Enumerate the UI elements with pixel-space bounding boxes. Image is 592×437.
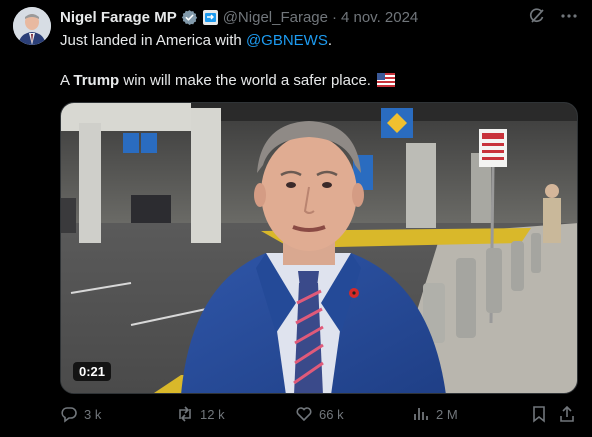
author-handle[interactable]: @Nigel_Farage (223, 9, 328, 26)
repost-button[interactable]: 12 k (176, 405, 225, 423)
repost-icon (176, 405, 194, 423)
tweet-text-line-2: A Trump win will make the world a safer … (60, 71, 575, 93)
video-frame (61, 103, 577, 393)
views-button[interactable]: 2 M (412, 405, 458, 423)
action-bar: 3 k 12 k 66 k 2 M (60, 405, 578, 427)
affiliation-badge-icon[interactable] (202, 9, 219, 26)
like-button[interactable]: 66 k (295, 405, 344, 423)
repost-count: 12 k (200, 406, 225, 422)
author-name[interactable]: Nigel Farage MP (60, 9, 177, 26)
tweet-header: Nigel Farage MP @Nigel_Farage · 4 nov. 2… (60, 7, 418, 27)
us-flag-icon (377, 73, 396, 93)
text-segment: . (327, 32, 333, 49)
text-segment: Just landed in America with (60, 32, 246, 49)
mention-link[interactable]: @GBNEWS (246, 32, 328, 49)
text-segment: A (60, 72, 74, 89)
tweet-text-line-1: Just landed in America with @GBNEWS. (60, 31, 575, 51)
bookmark-button[interactable] (530, 405, 548, 423)
grok-icon[interactable] (528, 7, 546, 25)
share-button[interactable] (558, 405, 576, 423)
video-duration: 0:21 (73, 362, 112, 381)
more-options-icon[interactable] (560, 7, 578, 25)
share-icon (558, 405, 576, 423)
bold-text: Trump (73, 72, 120, 89)
tweet-date[interactable]: 4 nov. 2024 (341, 9, 418, 26)
reply-icon (60, 405, 78, 423)
avatar[interactable] (13, 7, 51, 45)
heart-icon (295, 405, 313, 423)
top-actions (528, 7, 578, 25)
tweet-text: Just landed in America with @GBNEWS. A T… (60, 31, 575, 93)
reply-button[interactable]: 3 k (60, 405, 101, 423)
text-segment: win will make the world a safer place. (119, 72, 371, 89)
bookmark-icon (530, 405, 548, 423)
reply-count: 3 k (84, 406, 102, 422)
video-player[interactable]: 0:21 (60, 102, 578, 394)
verified-badge-icon (181, 9, 198, 26)
like-count: 66 k (319, 406, 344, 422)
views-chart-icon (412, 405, 430, 423)
views-count: 2 M (436, 406, 458, 422)
separator-dot: · (331, 8, 337, 26)
